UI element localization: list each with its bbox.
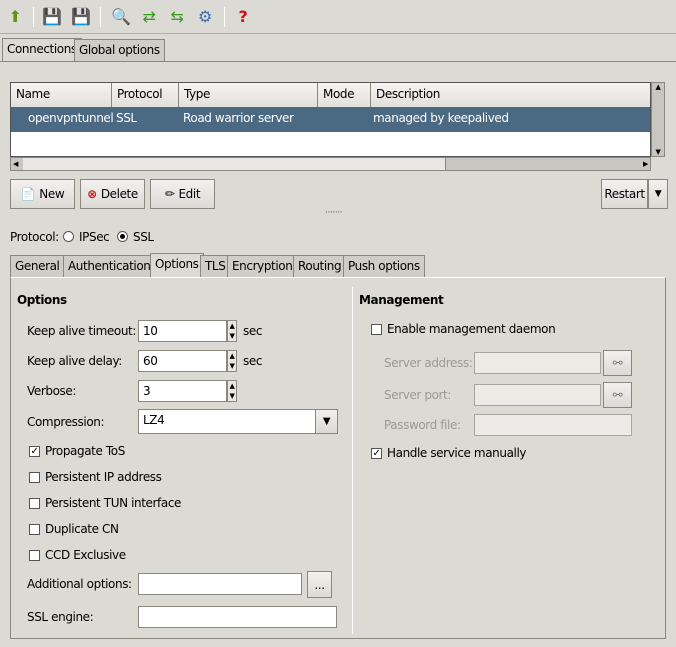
options-title: Options [17,293,67,307]
toolbar-separator [33,7,34,27]
column-header-name[interactable]: Name [11,83,112,107]
keep-alive-timeout-spinner[interactable]: ▲ ▼ [227,320,237,342]
scrollbar-thumb[interactable] [23,158,446,170]
password-file-input[interactable] [474,414,632,436]
panel-divider [352,287,353,634]
keep-alive-delay-unit: sec [243,354,263,368]
server-port-label: Server port: [384,388,452,402]
server-port-input[interactable] [474,384,601,406]
keep-alive-delay-input[interactable]: 60 [138,350,227,372]
cell-name: openvpntunnel [28,111,114,125]
radio-ipsec-label[interactable]: IPSec [79,230,110,244]
connections-table: Name Protocol Type Mode Description open… [10,82,651,157]
tab-general[interactable]: General [10,255,65,277]
keep-alive-delay-spinner[interactable]: ▲ ▼ [227,350,237,372]
column-header-protocol[interactable]: Protocol [112,83,179,107]
propagate-tos-checkbox[interactable]: ✓ [29,446,40,457]
save-restore-icon[interactable]: 💾 [41,6,63,28]
search-icon[interactable]: 🔍 [110,6,132,28]
export-icon[interactable]: ⇆ [166,6,188,28]
verbose-spinner[interactable]: ▲ ▼ [227,380,237,402]
keep-alive-timeout-label: Keep alive timeout: [27,324,136,338]
enable-management-label[interactable]: Enable management daemon [387,322,556,336]
tab-options[interactable]: Options [150,253,204,277]
duplicate-cn-label[interactable]: Duplicate CN [45,522,119,536]
delete-button[interactable]: ⊗ Delete [80,179,145,209]
persistent-ip-checkbox[interactable] [29,472,40,483]
browse-button[interactable]: ... [307,571,332,598]
server-port-lookup-icon[interactable]: ⚯ [603,382,632,408]
protocol-label: Protocol: [10,230,59,244]
delete-icon: ⊗ [87,187,97,201]
column-header-type[interactable]: Type [179,83,318,107]
handle-manually-checkbox[interactable]: ✓ [371,448,382,459]
tab-authentication[interactable]: Authentication [63,255,156,277]
save-revert-icon[interactable]: 💾 [70,6,92,28]
keep-alive-timeout-unit: sec [243,324,263,338]
tab-connections[interactable]: Connections [2,38,82,62]
ccd-exclusive-checkbox[interactable] [29,550,40,561]
edit-button[interactable]: ✏ Edit [150,179,215,209]
server-address-label: Server address: [384,356,473,370]
column-header-description[interactable]: Description [371,83,650,107]
persistent-tun-label[interactable]: Persistent TUN interface [45,496,181,510]
horizontal-scrollbar[interactable]: ◀ ▶ [10,157,651,171]
radio-ipsec[interactable] [63,231,74,242]
radio-ssl-label[interactable]: SSL [133,230,154,244]
delete-label: Delete [100,187,138,201]
compression-label: Compression: [27,415,105,429]
edit-icon: ✏ [164,187,175,201]
cell-description: managed by keepalived [373,111,509,125]
cell-mode [318,107,328,115]
cell-protocol: SSL [116,111,137,125]
import-icon[interactable]: ⇄ [138,6,160,28]
verbose-input[interactable]: 3 [138,380,227,402]
vertical-scrollbar[interactable]: ▲ ▼ [651,82,665,157]
additional-options-label: Additional options: [27,577,132,591]
tab-tls[interactable]: TLS [200,255,231,277]
gear-icon[interactable]: ⚙ [194,6,216,28]
propagate-tos-label[interactable]: Propagate ToS [45,444,125,458]
tab-global-options[interactable]: Global options [74,39,165,61]
table-row[interactable]: openvpntunnel SSL Road warrior server ma… [11,107,650,132]
server-address-input[interactable] [474,352,601,374]
verbose-label: Verbose: [27,384,77,398]
ccd-exclusive-label[interactable]: CCD Exclusive [45,548,126,562]
additional-options-input[interactable] [138,573,302,595]
ssl-engine-input[interactable] [138,606,337,628]
tab-routing[interactable]: Routing [293,255,347,277]
toolbar-separator [100,7,101,27]
radio-ssl[interactable] [117,231,128,242]
restart-button[interactable]: Restart [601,179,648,209]
password-file-label: Password file: [384,418,461,432]
compression-select[interactable]: LZ4 [138,409,316,434]
compression-dropdown-icon[interactable]: ▼ [315,409,338,434]
server-address-lookup-icon[interactable]: ⚯ [603,350,632,376]
tab-encryption[interactable]: Encryption [227,255,298,277]
new-label: New [39,187,65,201]
edit-label: Edit [178,187,201,201]
toolbar-separator [224,7,225,27]
splitter-handle[interactable]: ······· [325,208,343,218]
up-arrow-icon[interactable]: ⬆ [4,6,26,28]
persistent-tun-checkbox[interactable] [29,498,40,509]
keep-alive-timeout-input[interactable]: 10 [138,320,227,342]
keep-alive-delay-label: Keep alive delay: [27,354,122,368]
duplicate-cn-checkbox[interactable] [29,524,40,535]
tab-push-options[interactable]: Push options [343,255,425,277]
new-button[interactable]: 📄 New [10,179,75,209]
ssl-engine-label: SSL engine: [27,610,94,624]
management-title: Management [359,293,444,307]
persistent-ip-label[interactable]: Persistent IP address [45,470,162,484]
restart-dropdown-button[interactable]: ▼ [648,179,668,209]
cell-type: Road warrior server [183,111,294,125]
enable-management-checkbox[interactable] [371,324,382,335]
new-document-icon: 📄 [20,187,36,201]
handle-manually-label[interactable]: Handle service manually [387,446,527,460]
column-header-mode[interactable]: Mode [318,83,371,107]
toolbar-divider [0,33,676,34]
help-icon[interactable]: ? [232,6,254,28]
